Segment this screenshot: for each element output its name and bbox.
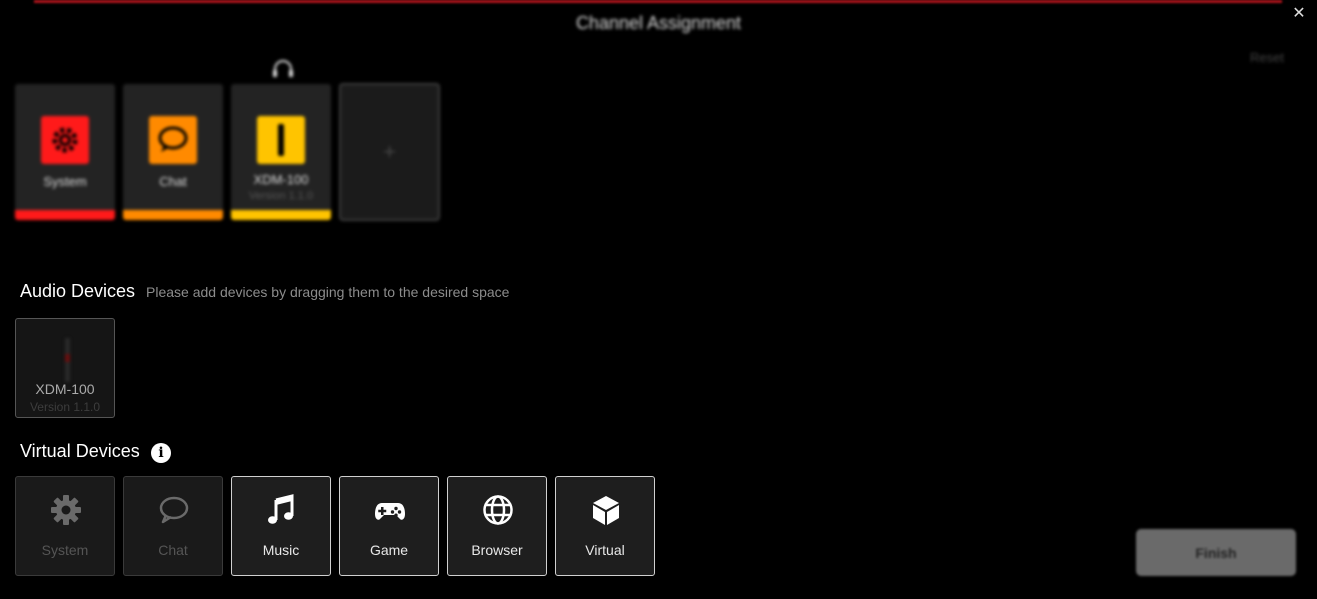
audio-devices-hint: Please add devices by dragging them to t…: [146, 284, 510, 300]
virtual-device-label: Chat: [158, 542, 188, 558]
globe-icon: [483, 495, 513, 525]
channel-label: System: [43, 174, 87, 189]
window-title: Channel Assignment: [575, 13, 742, 33]
audio-devices-title: Audio Devices: [20, 281, 136, 301]
virtual-device-game[interactable]: Game: [339, 476, 439, 576]
channel-color-bar: [231, 210, 331, 220]
virtual-device-chat[interactable]: Chat: [123, 476, 223, 576]
channel-label: XDM-100: [253, 172, 309, 187]
virtual-device-label: Music: [262, 542, 300, 558]
virtual-device-virtual[interactable]: Virtual: [555, 476, 655, 576]
headphone-icon: [273, 60, 293, 77]
channel-slot-system[interactable]: System: [15, 84, 115, 220]
channel-label: Chat: [159, 174, 187, 189]
gamepad-icon: [375, 503, 405, 520]
gear-icon: [51, 495, 81, 525]
microphone-icon: [65, 338, 70, 382]
virtual-device-system[interactable]: System: [15, 476, 115, 576]
microphone-icon: [257, 116, 305, 164]
audio-device-label: XDM-100: [35, 381, 95, 397]
virtual-device-browser[interactable]: Browser: [447, 476, 547, 576]
plus-icon: +: [383, 139, 396, 164]
chat-bubble-icon: [159, 496, 189, 524]
add-channel-slot[interactable]: +: [339, 83, 440, 221]
info-icon[interactable]: i: [151, 443, 171, 463]
close-button[interactable]: ✕: [1291, 6, 1307, 22]
gear-icon: [41, 116, 89, 164]
virtual-device-label: Browser: [471, 542, 523, 558]
audio-device-xdm-100[interactable]: XDM-100 Version 1.1.0: [15, 318, 115, 418]
chat-bubble-icon: [149, 116, 197, 164]
top-accent-bar: [34, 0, 1282, 3]
virtual-device-label: Game: [369, 542, 409, 558]
channel-slot-xdm-100[interactable]: XDM-100 Version 1.1.0: [231, 84, 331, 220]
reset-button[interactable]: Reset: [1250, 50, 1284, 65]
channel-color-bar: [15, 210, 115, 220]
channel-color-bar: [123, 210, 223, 220]
virtual-device-music[interactable]: Music: [231, 476, 331, 576]
cube-icon: [593, 496, 619, 525]
virtual-device-label: System: [41, 542, 89, 558]
channel-slot-chat[interactable]: Chat: [123, 84, 223, 220]
channel-version: Version 1.1.0: [248, 190, 314, 202]
finish-button[interactable]: Finish: [1136, 529, 1296, 576]
virtual-device-label: Virtual: [585, 542, 625, 558]
audio-device-version: Version 1.1.0: [29, 400, 101, 414]
music-note-icon: [268, 494, 294, 524]
virtual-devices-title: Virtual Devices: [20, 441, 140, 461]
